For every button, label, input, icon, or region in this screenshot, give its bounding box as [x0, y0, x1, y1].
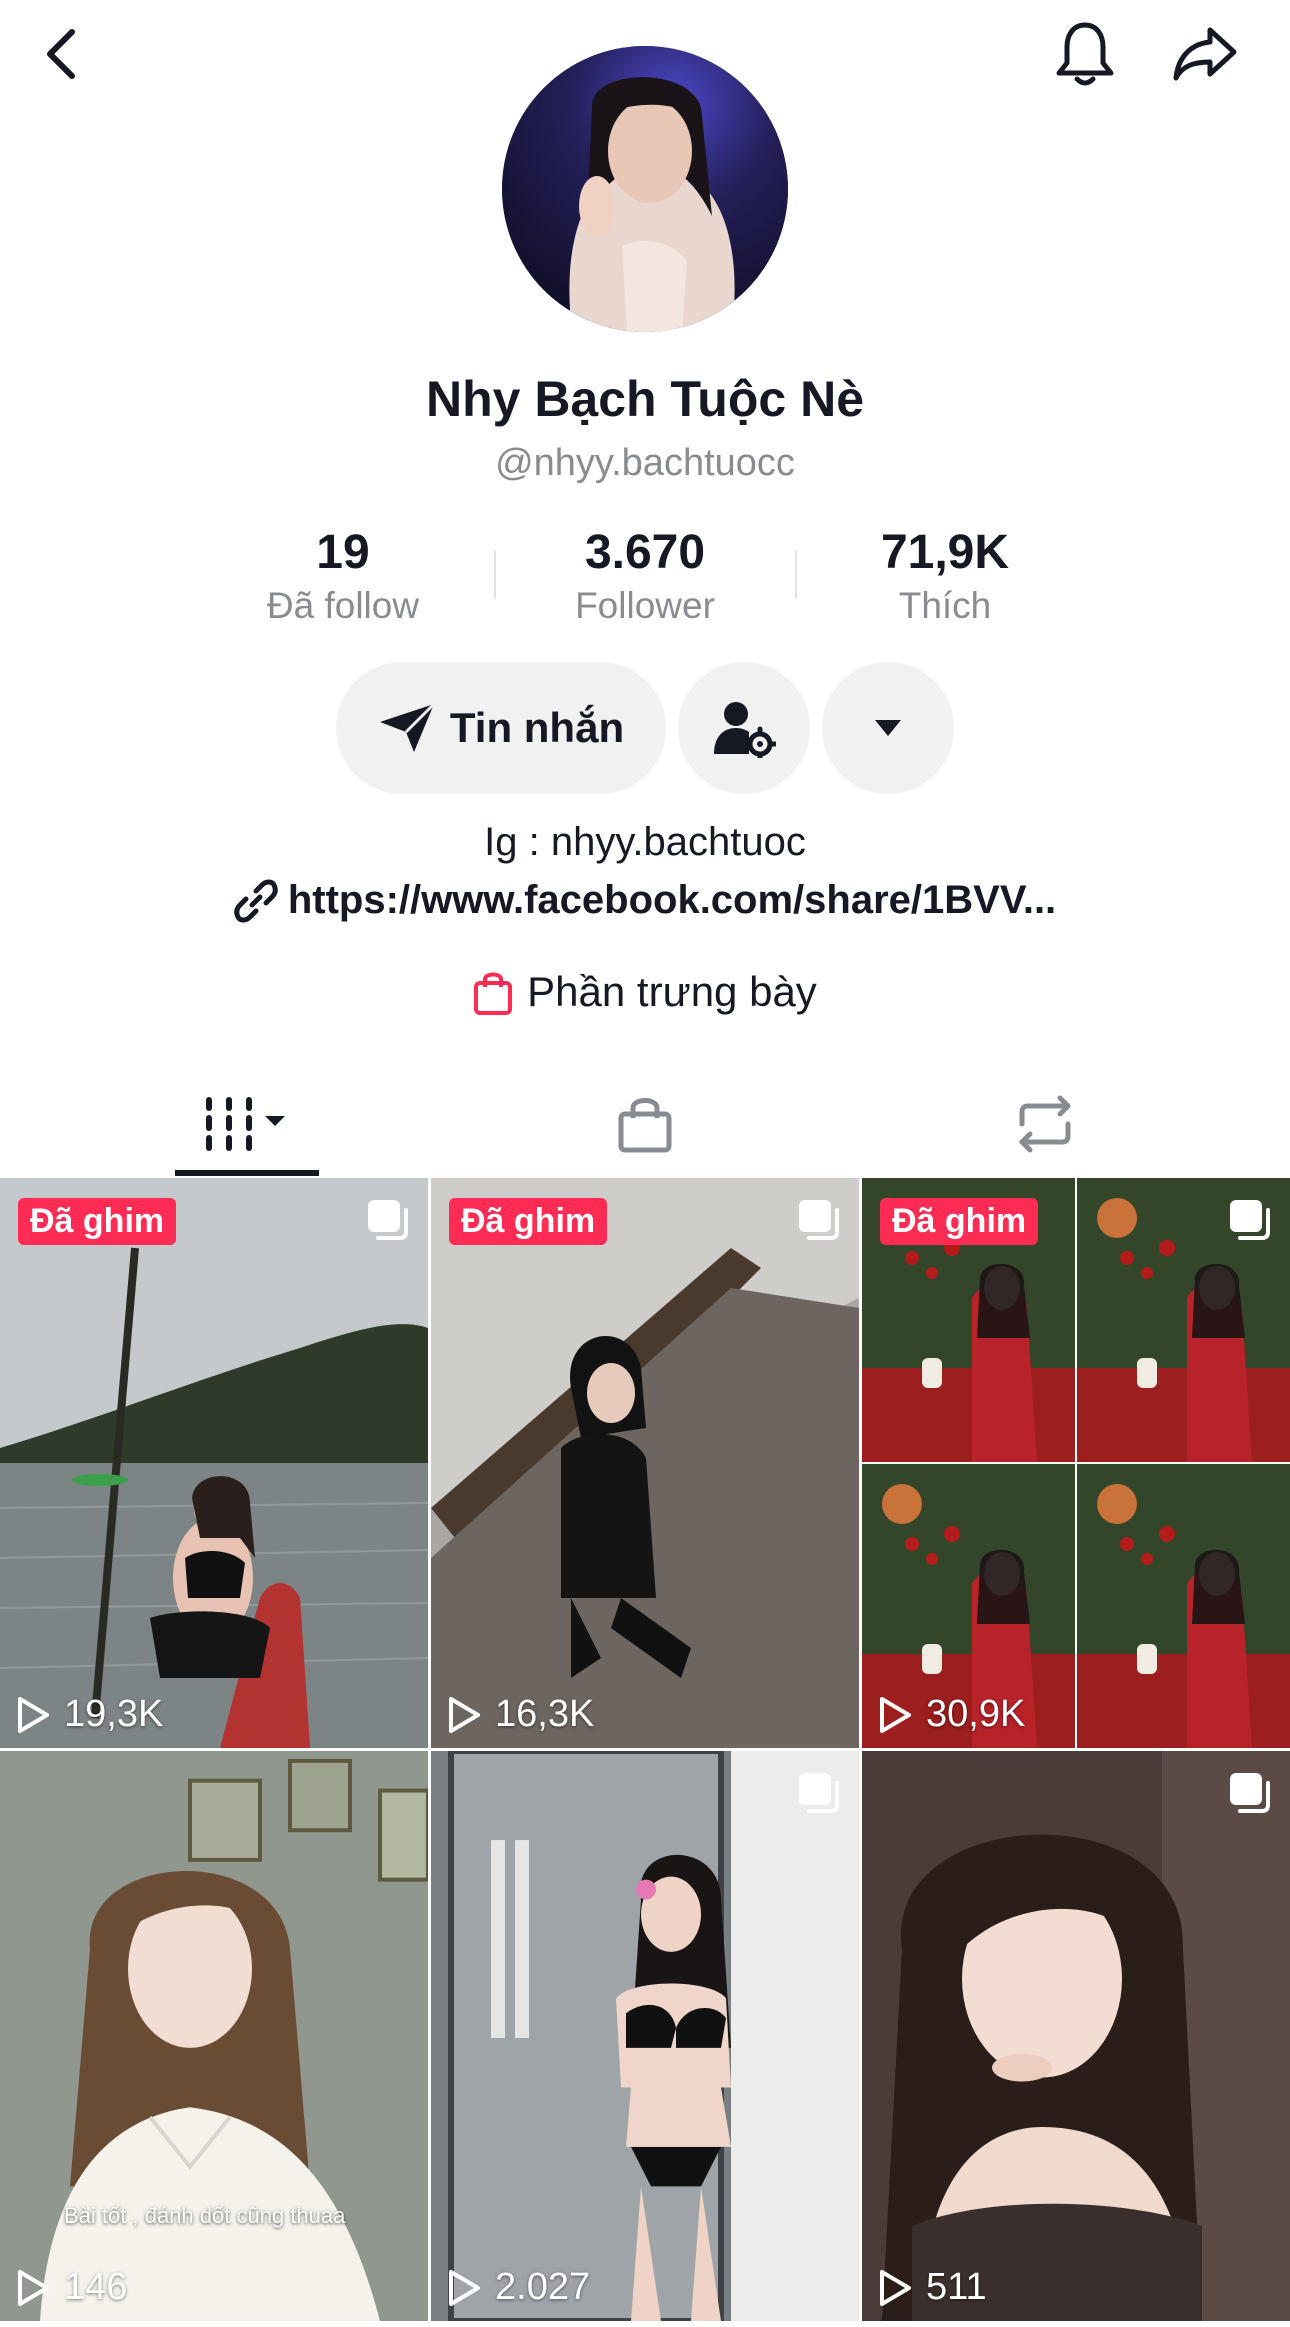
view-count-text: 19,3K: [64, 1693, 164, 1735]
stat-followers[interactable]: 3.670 Follower: [495, 525, 795, 631]
thumbnail-image: [862, 1178, 1290, 1748]
avatar-image: [502, 46, 788, 332]
send-icon: [379, 702, 435, 752]
shopping-bag-icon: [618, 1098, 672, 1153]
view-count: 2.027: [447, 2266, 590, 2309]
stat-value: 19: [316, 526, 370, 579]
message-button[interactable]: Tin nhắn: [336, 662, 666, 794]
view-count: 146: [16, 2266, 127, 2309]
bio-text: Ig : nhyy.bachtuoc: [484, 820, 806, 864]
video-thumbnail[interactable]: Đã ghim 16,3K: [431, 1178, 859, 1748]
play-icon: [880, 1696, 911, 1733]
caret-down-icon: [875, 720, 901, 736]
tab-shop[interactable]: [430, 1070, 860, 1178]
view-count: 511: [878, 2266, 987, 2309]
view-count-text: 511: [926, 2266, 987, 2308]
stat-label: Follower: [575, 585, 715, 626]
stat-following[interactable]: 19 Đã follow: [193, 525, 493, 631]
thumbnail-image: [862, 1751, 1290, 2321]
stat-label: Đã follow: [266, 585, 420, 626]
multi-video-icon: [368, 1200, 408, 1240]
stats-row: 19 Đã follow 3.670 Follower 71,9K Thích: [0, 525, 1290, 635]
user-settings-icon: [714, 702, 776, 758]
video-thumbnail[interactable]: Bài tốt , đánh dốt cũng thuaa 146: [0, 1751, 428, 2321]
video-caption: Bài tốt , đánh dốt cũng thuaa: [64, 2203, 346, 2228]
thumbnail-image: [431, 1751, 859, 2321]
video-thumbnail[interactable]: 511: [862, 1751, 1290, 2321]
bell-icon: [1056, 22, 1114, 86]
link-text: https://www.facebook.com/share/1BVV...: [287, 878, 1057, 922]
play-icon: [449, 1696, 480, 1733]
thumbnail-image: [0, 1178, 428, 1748]
username: @nhyy.bachtuocc: [495, 442, 795, 484]
share-arrow-icon: [1173, 27, 1237, 81]
shopping-bag-icon: [474, 972, 513, 1015]
stat-likes[interactable]: 71,9K Thích: [795, 525, 1095, 631]
multi-video-icon: [799, 1773, 839, 1813]
friend-settings-button[interactable]: [678, 662, 810, 794]
pinned-badge: Đã ghim: [18, 1198, 177, 1245]
multi-video-icon: [1230, 1200, 1270, 1240]
view-count-text: 2.027: [495, 2266, 591, 2308]
play-icon: [880, 2269, 911, 2306]
message-label: Tin nhắn: [449, 704, 625, 751]
play-icon: [18, 2269, 49, 2306]
tab-reposts[interactable]: [830, 1070, 1260, 1178]
notification-button[interactable]: [1045, 14, 1125, 94]
view-count-text: 30,9K: [926, 1693, 1026, 1735]
video-grid: Đã ghim 19,3K Đã ghim 16,3K Đã ghim 30,9…: [0, 1178, 1290, 2327]
repost-icon: [1019, 1095, 1071, 1153]
chevron-left-icon: [47, 29, 75, 79]
share-button[interactable]: [1165, 14, 1245, 94]
grid-icon: [206, 1097, 285, 1151]
view-count-text: 16,3K: [495, 1693, 595, 1735]
back-button[interactable]: [22, 14, 102, 94]
play-icon: [449, 2269, 480, 2306]
content-tabs: [0, 1070, 1290, 1178]
multi-video-icon: [1230, 1773, 1270, 1813]
active-tab-indicator: [175, 1170, 319, 1176]
view-count-text: 146: [64, 2266, 128, 2308]
thumbnail-image: [431, 1178, 859, 1748]
showcase-label: Phần trưng bày: [527, 968, 817, 1015]
stat-value: 71,9K: [880, 526, 1010, 579]
more-options-button[interactable]: [822, 662, 954, 794]
pinned-badge: Đã ghim: [880, 1198, 1039, 1245]
avatar[interactable]: [502, 46, 788, 332]
stat-label: Thích: [898, 585, 992, 626]
link-icon: [234, 879, 278, 922]
thumbnail-image: [0, 1751, 428, 2321]
display-name: Nhy Bạch Tuộc Nè: [425, 371, 865, 427]
video-thumbnail[interactable]: Đã ghim 30,9K: [862, 1178, 1290, 1748]
action-row: Tin nhắn: [0, 662, 1290, 794]
showcase-link[interactable]: Phần trưng bày: [0, 968, 1290, 1016]
view-count: 19,3K: [16, 1693, 163, 1736]
play-icon: [18, 1696, 49, 1733]
tab-videos[interactable]: [30, 1070, 460, 1178]
pinned-badge: Đã ghim: [449, 1198, 608, 1245]
multi-video-icon: [799, 1200, 839, 1240]
view-count: 30,9K: [878, 1693, 1025, 1736]
video-thumbnail[interactable]: 2.027: [431, 1751, 859, 2321]
video-thumbnail[interactable]: Đã ghim 19,3K: [0, 1178, 428, 1748]
bio-link[interactable]: https://www.facebook.com/share/1BVV...: [0, 878, 1290, 923]
view-count: 16,3K: [447, 1693, 594, 1736]
stat-value: 3.670: [584, 526, 706, 579]
